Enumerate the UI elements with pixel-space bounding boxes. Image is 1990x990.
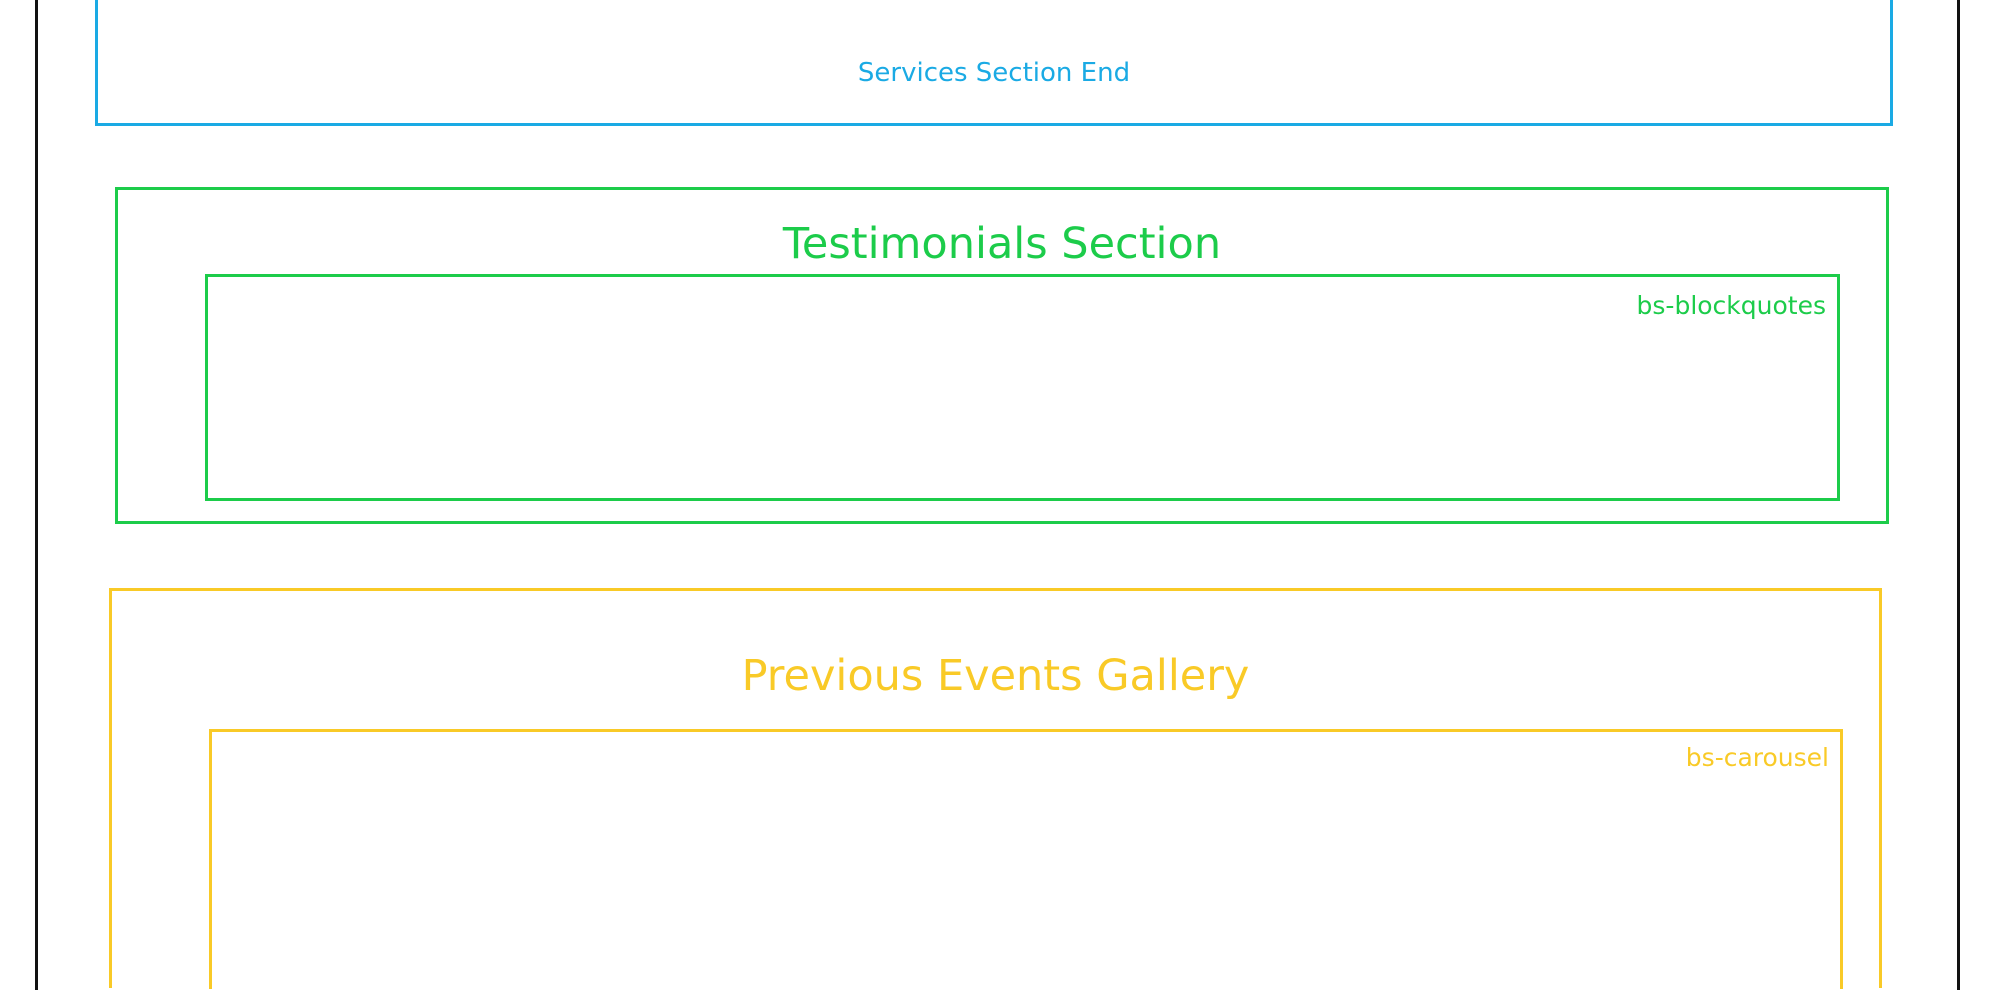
carousel-component-box: bs-carousel xyxy=(209,729,1843,989)
gallery-section-title: Previous Events Gallery xyxy=(741,651,1250,701)
blockquotes-component-box: bs-blockquotes xyxy=(205,274,1840,501)
blockquotes-component-label: bs-blockquotes xyxy=(1636,291,1826,320)
services-section-box: Services Section End xyxy=(95,0,1893,126)
services-section-end-label: Services Section End xyxy=(857,58,1131,88)
carousel-component-label: bs-carousel xyxy=(1685,743,1829,772)
testimonials-section-title: Testimonials Section xyxy=(782,219,1222,269)
